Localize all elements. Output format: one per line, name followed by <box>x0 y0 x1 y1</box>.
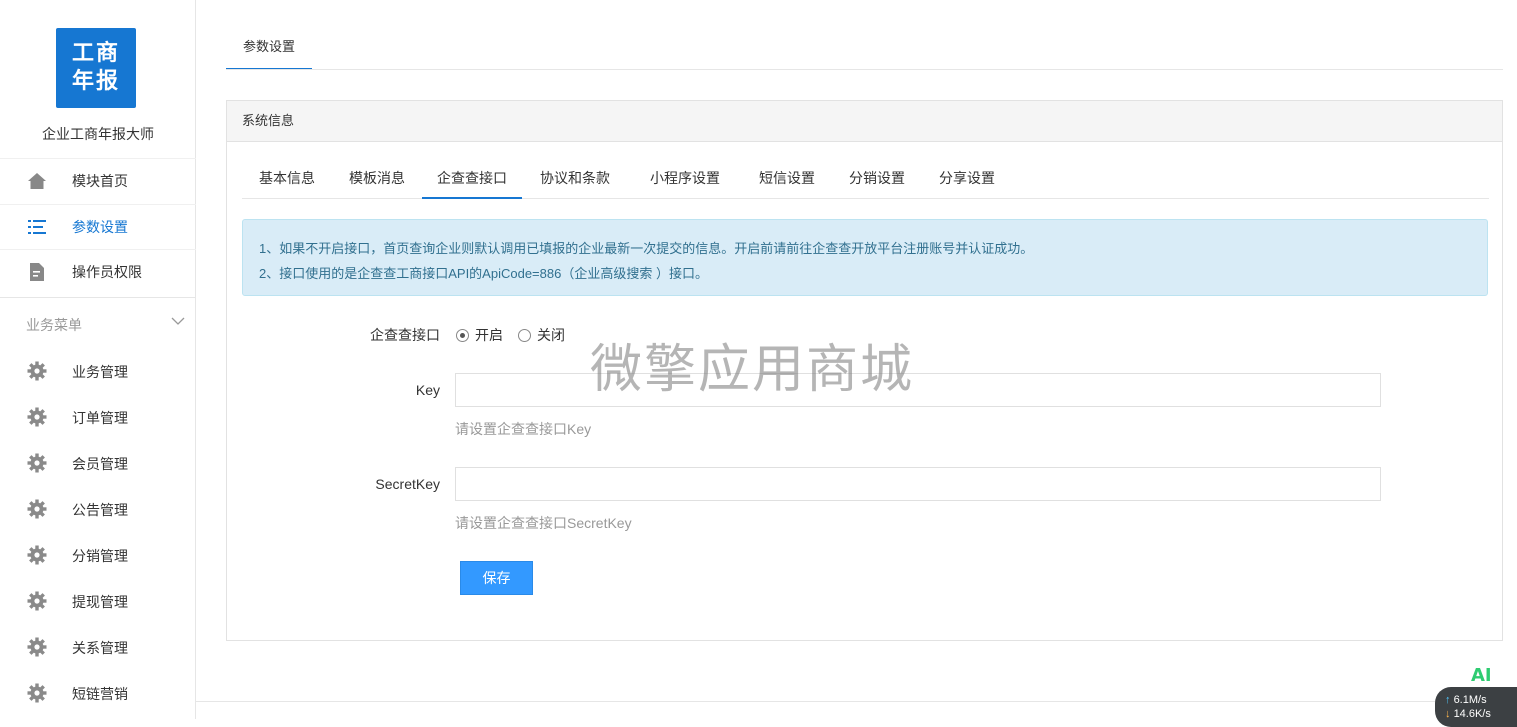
biz-item-label: 订单管理 <box>72 410 128 426</box>
radio-enable[interactable]: 开启 <box>456 325 503 345</box>
panel-title: 系统信息 <box>227 101 1502 142</box>
radio-disable[interactable]: 关闭 <box>518 325 565 345</box>
radio-unchecked-icon <box>518 328 531 342</box>
business-menu-group[interactable]: 业务菜单 <box>0 297 196 349</box>
secret-key-label: SecretKey <box>375 476 440 492</box>
sidebar: 工商 年报 企业工商年报大师 模块首页 参数设置 操作员权限 业务菜单 业务管理 <box>0 0 196 719</box>
gear-icon <box>27 591 47 611</box>
gear-icon <box>27 361 47 381</box>
biz-item-relations[interactable]: 关系管理 <box>0 624 196 670</box>
radio-disable-label: 关闭 <box>537 327 565 343</box>
tab-params-settings[interactable]: 参数设置 <box>226 28 312 70</box>
download-arrow-icon: ↓ <box>1445 708 1451 720</box>
biz-item-label: 公告管理 <box>72 502 128 518</box>
tab-qichacha-api[interactable]: 企查查接口 <box>422 158 522 199</box>
settings-tabs: 基本信息 模板消息 企查查接口 协议和条款 小程序设置 短信设置 分销设置 分享… <box>242 158 1489 199</box>
info-notice: 1、如果不开启接口，首页查询企业则默认调用已填报的企业最新一次提交的信息。开启前… <box>242 219 1488 296</box>
upload-speed: 6.1M/s <box>1453 694 1487 706</box>
gear-icon <box>27 407 47 427</box>
tab-miniprogram[interactable]: 小程序设置 <box>628 158 742 199</box>
app-logo: 工商 年报 <box>56 28 136 108</box>
nav-item-home[interactable]: 模块首页 <box>0 158 196 203</box>
secret-key-input[interactable] <box>455 467 1381 501</box>
tab-template-message[interactable]: 模板消息 <box>332 158 422 199</box>
network-speed-widget[interactable]: ↑ 6.1M/s ↓ 14.6K/s <box>1435 687 1517 727</box>
radio-checked-icon <box>456 328 469 342</box>
gear-icon <box>27 545 47 565</box>
biz-item-announcements[interactable]: 公告管理 <box>0 486 196 532</box>
nav-item-label: 参数设置 <box>72 219 128 235</box>
nav-item-settings[interactable]: 参数设置 <box>0 204 196 249</box>
biz-item-distribution[interactable]: 分销管理 <box>0 532 196 578</box>
key-help-text: 请设置企查查接口Key <box>455 421 592 437</box>
logo-line-1: 工商 <box>71 40 120 66</box>
qichacha-switch-label: 企查查接口 <box>370 327 440 343</box>
logo-line-2: 年报 <box>71 68 120 94</box>
divider <box>226 69 1503 70</box>
biz-item-orders[interactable]: 订单管理 <box>0 394 196 440</box>
gear-icon <box>27 637 47 657</box>
tab-share[interactable]: 分享设置 <box>922 158 1012 199</box>
biz-item-label: 提现管理 <box>72 594 128 610</box>
key-label: Key <box>415 382 440 398</box>
upload-arrow-icon: ↑ <box>1445 694 1451 706</box>
secret-key-help-text: 请设置企查查接口SecretKey <box>455 515 632 531</box>
tab-distribution[interactable]: 分销设置 <box>832 158 922 199</box>
app-name: 企业工商年报大师 <box>42 126 154 142</box>
notice-line-2: 2、接口使用的是企查查工商接口API的ApiCode=886（企业高级搜索 ）接… <box>259 266 708 281</box>
tab-sms[interactable]: 短信设置 <box>742 158 832 199</box>
nav-item-label: 操作员权限 <box>72 264 142 280</box>
biz-item-shortlink[interactable]: 短链营销 <box>0 670 196 716</box>
download-speed: 14.6K/s <box>1453 708 1491 720</box>
biz-item-label: 业务管理 <box>72 364 128 380</box>
biz-item-members[interactable]: 会员管理 <box>0 440 196 486</box>
nav-item-permissions[interactable]: 操作员权限 <box>0 249 196 294</box>
notice-line-1: 1、如果不开启接口，首页查询企业则默认调用已填报的企业最新一次提交的信息。开启前… <box>259 241 1034 256</box>
tab-agreement[interactable]: 协议和条款 <box>522 158 628 199</box>
watermark: 微擎应用商城 <box>590 340 915 400</box>
tab-basic-info[interactable]: 基本信息 <box>242 158 332 199</box>
ai-badge[interactable]: AI <box>1471 665 1492 686</box>
footer-divider <box>196 701 1517 702</box>
biz-item-label: 分销管理 <box>72 548 128 564</box>
home-icon <box>28 173 46 189</box>
biz-item-withdrawals[interactable]: 提现管理 <box>0 578 196 624</box>
biz-item-label: 会员管理 <box>72 456 128 472</box>
document-icon <box>30 263 44 281</box>
list-icon <box>28 220 46 234</box>
save-button[interactable]: 保存 <box>460 561 533 595</box>
gear-icon <box>27 453 47 473</box>
biz-item-label: 短链营销 <box>72 686 128 702</box>
gear-icon <box>27 499 47 519</box>
radio-enable-label: 开启 <box>475 327 503 343</box>
group-label: 业务菜单 <box>26 317 82 333</box>
nav-item-label: 模块首页 <box>72 173 128 189</box>
biz-item-business[interactable]: 业务管理 <box>0 348 196 394</box>
chevron-down-icon <box>171 317 185 325</box>
biz-item-label: 关系管理 <box>72 640 128 656</box>
gear-icon <box>27 683 47 703</box>
